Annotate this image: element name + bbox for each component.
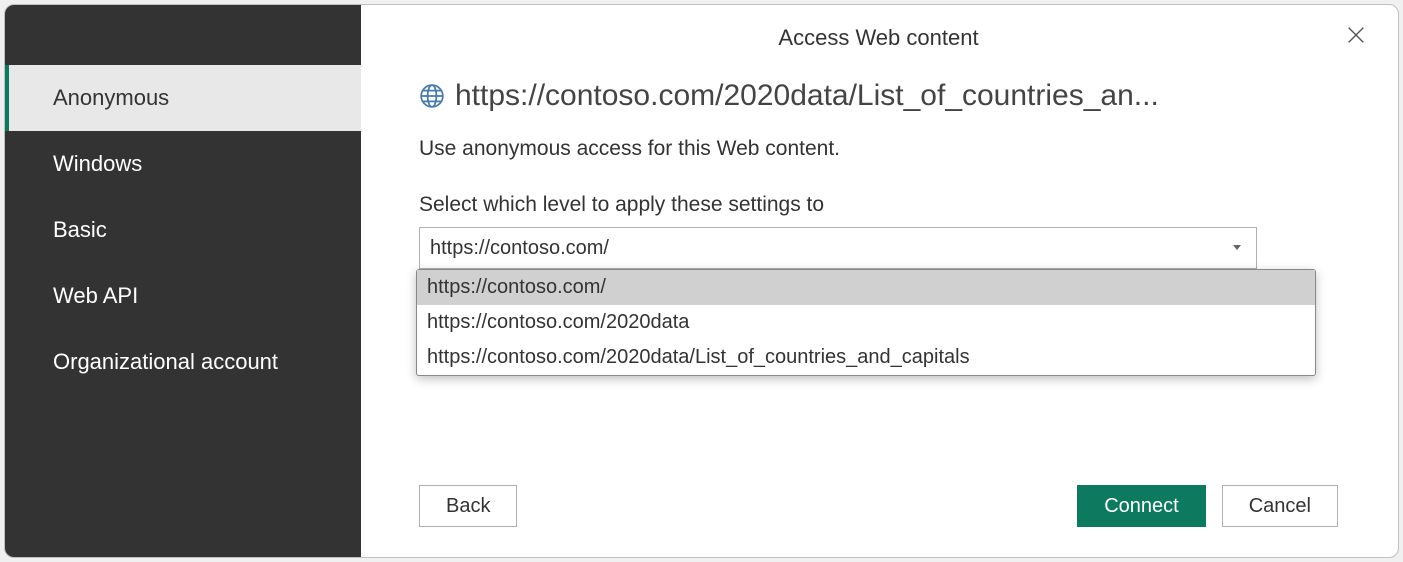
chevron-down-icon [1230, 239, 1244, 257]
level-option-label: https://contoso.com/ [427, 276, 606, 298]
cancel-button[interactable]: Cancel [1222, 485, 1338, 527]
back-button[interactable]: Back [419, 485, 517, 527]
sidebar-item-web-api[interactable]: Web API [5, 263, 361, 329]
level-select-wrap: https://contoso.com/ https://contoso.com… [419, 227, 1257, 269]
level-option-label: https://contoso.com/2020data [427, 311, 689, 333]
auth-description: Use anonymous access for this Web conten… [419, 137, 1338, 161]
level-field-label: Select which level to apply these settin… [419, 193, 1338, 217]
auth-method-sidebar: Anonymous Windows Basic Web API Organiza… [5, 5, 361, 557]
dialog-title: Access Web content [419, 25, 1338, 51]
button-row: Back Connect Cancel [419, 485, 1338, 527]
sidebar-item-label: Basic [53, 217, 107, 242]
level-select-value: https://contoso.com/ [430, 237, 609, 260]
button-label: Connect [1104, 495, 1179, 518]
sidebar-item-label: Organizational account [53, 349, 278, 374]
level-select[interactable]: https://contoso.com/ [419, 227, 1257, 269]
level-dropdown-list: https://contoso.com/ https://contoso.com… [416, 269, 1316, 376]
sidebar-item-basic[interactable]: Basic [5, 197, 361, 263]
main-panel: Access Web content https://contoso.c [361, 5, 1398, 557]
url-row: https://contoso.com/2020data/List_of_cou… [419, 79, 1338, 113]
sidebar-item-label: Anonymous [53, 85, 169, 110]
access-web-content-dialog: Anonymous Windows Basic Web API Organiza… [4, 4, 1399, 558]
level-option[interactable]: https://contoso.com/2020data [417, 305, 1315, 340]
level-option[interactable]: https://contoso.com/2020data/List_of_cou… [417, 340, 1315, 375]
sidebar-item-label: Windows [53, 151, 142, 176]
sidebar-item-label: Web API [53, 283, 138, 308]
level-option-label: https://contoso.com/2020data/List_of_cou… [427, 346, 970, 368]
button-label: Back [446, 495, 490, 518]
url-text: https://contoso.com/2020data/List_of_cou… [455, 79, 1159, 113]
sidebar-item-anonymous[interactable]: Anonymous [5, 65, 361, 131]
connect-button[interactable]: Connect [1077, 485, 1206, 527]
level-option[interactable]: https://contoso.com/ [417, 270, 1315, 305]
sidebar-item-organizational-account[interactable]: Organizational account [5, 329, 361, 395]
sidebar-item-windows[interactable]: Windows [5, 131, 361, 197]
close-button[interactable] [1342, 23, 1370, 51]
button-label: Cancel [1249, 495, 1311, 518]
globe-icon [419, 83, 445, 109]
close-icon [1345, 24, 1367, 51]
